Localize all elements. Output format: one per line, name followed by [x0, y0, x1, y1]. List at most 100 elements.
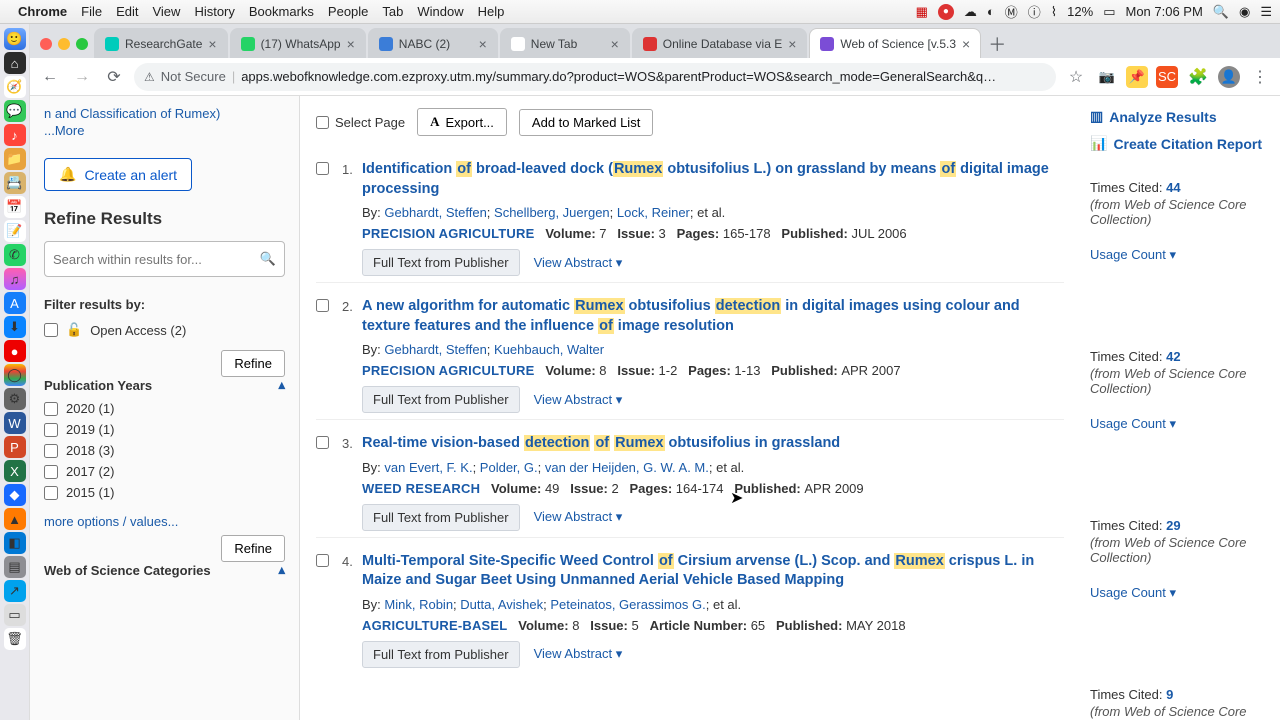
search-icon[interactable]: 🔍: [260, 251, 276, 267]
extensions-icon[interactable]: 🧩: [1186, 67, 1210, 87]
status-icon[interactable]: ▦: [916, 4, 928, 20]
dock-safari-icon[interactable]: 🧭: [4, 76, 26, 98]
dock-ppt-icon[interactable]: P: [4, 436, 26, 458]
search-within-box[interactable]: 🔍: [44, 241, 285, 277]
maximize-window-button[interactable]: [76, 38, 88, 50]
dock-whatsapp-icon[interactable]: ✆: [4, 244, 26, 266]
extension-icon[interactable]: 📌: [1126, 66, 1148, 88]
dock-appstore-icon[interactable]: A: [4, 292, 26, 314]
spotlight-icon[interactable]: 🔍: [1213, 4, 1229, 20]
extension-icon[interactable]: 📷: [1096, 66, 1118, 88]
journal-link[interactable]: WEED RESEARCH: [362, 481, 480, 496]
site-info-icon[interactable]: ⚠: [144, 70, 155, 84]
status-icon[interactable]: ◐: [987, 4, 995, 19]
year-checkbox[interactable]: [44, 444, 58, 458]
refine-button[interactable]: Refine: [221, 350, 285, 377]
dock-app-icon[interactable]: ◧: [4, 532, 26, 554]
extension-icon[interactable]: SC: [1156, 66, 1178, 88]
close-tab-icon[interactable]: ×: [208, 36, 216, 52]
year-filter[interactable]: 2015 (1): [44, 485, 285, 500]
dock-vlc-icon[interactable]: ▲: [4, 508, 26, 530]
result-title-link[interactable]: A new algorithm for automatic Rumex obtu…: [362, 298, 1020, 334]
control-center-icon[interactable]: ☰: [1260, 4, 1272, 20]
close-tab-icon[interactable]: ×: [347, 36, 355, 52]
journal-link[interactable]: AGRICULTURE-BASEL: [362, 618, 507, 633]
dock-finder-icon[interactable]: 🙂: [4, 28, 26, 50]
profile-avatar[interactable]: 👤: [1218, 66, 1240, 88]
more-link[interactable]: ...More: [44, 123, 84, 138]
reload-button[interactable]: ⟳: [102, 67, 126, 87]
citation-report-link[interactable]: 📊 Create Citation Report: [1090, 135, 1270, 152]
full-text-button[interactable]: Full Text from Publisher: [362, 641, 520, 668]
times-cited[interactable]: Times Cited: 44: [1090, 180, 1270, 195]
create-alert-button[interactable]: 🔔 Create an alert: [44, 158, 192, 191]
menu-people[interactable]: People: [328, 4, 368, 19]
dock-app-icon[interactable]: ♪: [4, 124, 26, 146]
dock-settings-icon[interactable]: ⚙: [4, 388, 26, 410]
chrome-menu-icon[interactable]: ⋮: [1248, 67, 1272, 87]
menu-history[interactable]: History: [194, 4, 234, 19]
dock-app-icon[interactable]: ▤: [4, 556, 26, 578]
open-access-checkbox[interactable]: [44, 323, 58, 337]
menu-edit[interactable]: Edit: [116, 4, 138, 19]
siri-icon[interactable]: ◉: [1239, 4, 1250, 20]
close-tab-icon[interactable]: ×: [962, 36, 970, 52]
back-button[interactable]: ←: [38, 68, 62, 86]
result-title-link[interactable]: Multi-Temporal Site-Specific Weed Contro…: [362, 553, 1034, 589]
dock-calendar-icon[interactable]: 📅: [4, 196, 26, 218]
menu-view[interactable]: View: [152, 4, 180, 19]
select-page-checkbox[interactable]: [316, 116, 329, 129]
clock[interactable]: Mon 7:06 PM: [1125, 4, 1202, 19]
year-filter[interactable]: 2018 (3): [44, 443, 285, 458]
usage-count-link[interactable]: Usage Count ▾: [1090, 585, 1176, 601]
result-title-link[interactable]: Real-time vision-based detection of Rume…: [362, 435, 840, 451]
add-marked-button[interactable]: Add to Marked List: [519, 109, 653, 136]
year-filter[interactable]: 2019 (1): [44, 422, 285, 437]
result-checkbox[interactable]: [316, 436, 329, 449]
app-name[interactable]: Chrome: [18, 4, 67, 19]
cloud-icon[interactable]: ☁: [964, 4, 977, 20]
browser-tab[interactable]: Online Database via E ×: [632, 28, 808, 58]
view-abstract-link[interactable]: View Abstract ▾: [534, 509, 623, 525]
close-tab-icon[interactable]: ×: [611, 36, 619, 52]
dock-app-icon[interactable]: ◆: [4, 484, 26, 506]
full-text-button[interactable]: Full Text from Publisher: [362, 249, 520, 276]
journal-link[interactable]: PRECISION AGRICULTURE: [362, 363, 534, 378]
dock-app-icon[interactable]: ↗: [4, 580, 26, 602]
journal-link[interactable]: PRECISION AGRICULTURE: [362, 226, 534, 241]
full-text-button[interactable]: Full Text from Publisher: [362, 504, 520, 531]
times-cited[interactable]: Times Cited: 42: [1090, 349, 1270, 364]
close-window-button[interactable]: [40, 38, 52, 50]
year-checkbox[interactable]: [44, 402, 58, 416]
usage-count-link[interactable]: Usage Count ▾: [1090, 247, 1176, 263]
browser-tab[interactable]: (17) WhatsApp ×: [230, 28, 366, 58]
year-checkbox[interactable]: [44, 423, 58, 437]
status-icon[interactable]: ⓘ: [1028, 2, 1041, 21]
menu-tab[interactable]: Tab: [382, 4, 403, 19]
dock-trash-icon[interactable]: 🗑: [4, 628, 26, 650]
open-access-filter[interactable]: 🔓 Open Access (2): [44, 322, 285, 338]
dock-notes-icon[interactable]: 📝: [4, 220, 26, 242]
pub-years-facet[interactable]: Publication Years ▴: [44, 377, 285, 393]
address-bar[interactable]: ⚠ Not Secure | apps.webofknowledge.com.e…: [134, 63, 1056, 91]
dock-chrome-icon[interactable]: ◯: [4, 364, 26, 386]
browser-tab[interactable]: NABC (2) ×: [368, 28, 498, 58]
menu-window[interactable]: Window: [417, 4, 463, 19]
status-icon[interactable]: ●: [938, 4, 954, 20]
browser-tab[interactable]: Web of Science [v.5.3 ×: [809, 28, 981, 58]
result-title-link[interactable]: Identification of broad-leaved dock (Rum…: [362, 161, 1049, 197]
usage-count-link[interactable]: Usage Count ▾: [1090, 416, 1176, 432]
dock-messages-icon[interactable]: 💬: [4, 100, 26, 122]
menu-file[interactable]: File: [81, 4, 102, 19]
dock-app-icon[interactable]: ▭: [4, 604, 26, 626]
status-icon[interactable]: Ⓜ: [1005, 2, 1018, 21]
year-filter[interactable]: 2020 (1): [44, 401, 285, 416]
dock-word-icon[interactable]: W: [4, 412, 26, 434]
times-cited[interactable]: Times Cited: 9: [1090, 687, 1270, 702]
dock-app-icon[interactable]: 📇: [4, 172, 26, 194]
select-page[interactable]: Select Page: [316, 115, 405, 130]
dock-itunes-icon[interactable]: ♫: [4, 268, 26, 290]
export-button[interactable]: A Export...: [417, 108, 507, 136]
view-abstract-link[interactable]: View Abstract ▾: [534, 392, 623, 408]
battery-icon[interactable]: ▭: [1103, 4, 1115, 20]
